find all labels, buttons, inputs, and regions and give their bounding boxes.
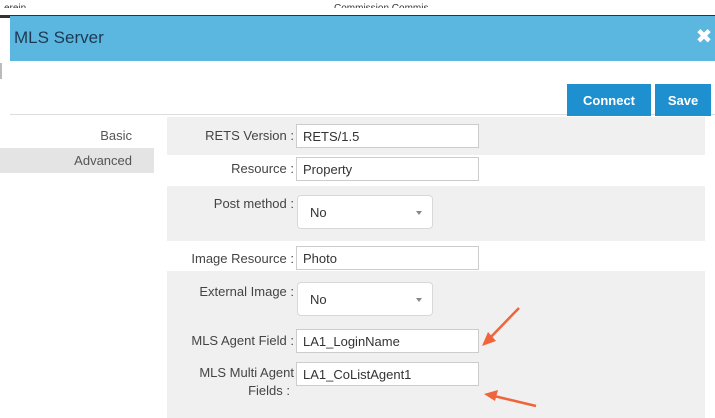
- rets-version-label: RETS Version :: [205, 128, 294, 143]
- mls-multi-agent-label-line2: Fields :: [248, 383, 290, 398]
- chevron-down-icon: [416, 211, 422, 215]
- background-text: Commission Commis: [334, 3, 429, 14]
- mls-multi-agent-fields-input[interactable]: LA1_CoListAgent1: [296, 362, 479, 386]
- sidebar-item-basic[interactable]: Basic: [0, 123, 154, 148]
- resource-label: Resource :: [231, 161, 294, 176]
- close-icon[interactable]: ✖: [695, 26, 713, 46]
- post-method-select[interactable]: No: [297, 195, 433, 229]
- external-image-select[interactable]: No: [297, 282, 433, 316]
- save-button[interactable]: Save: [655, 84, 711, 116]
- annotation-arrow-icon: [482, 307, 520, 346]
- image-resource-label: Image Resource :: [191, 251, 294, 266]
- mls-multi-agent-label-line1: MLS Multi Agent: [199, 365, 294, 380]
- chevron-down-icon: [416, 298, 422, 302]
- form-row-post-method: Post method : No: [167, 186, 705, 241]
- sidebar-item-label: Basic: [100, 128, 132, 143]
- screen: erein Commission Commis MLS Server ✖ Con…: [0, 0, 715, 418]
- post-method-value: No: [310, 204, 327, 220]
- mls-settings-form: RETS Version : RETS/1.5 Resource : Prope…: [167, 117, 705, 418]
- external-image-label: External Image :: [199, 284, 294, 299]
- background-text: erein: [4, 3, 27, 14]
- form-row-resource: Resource : Property: [167, 155, 705, 186]
- settings-sidebar: Basic Advanced: [0, 123, 154, 173]
- modal-titlebar: MLS Server ✖: [10, 16, 715, 61]
- form-row-external-image-group: External Image : No MLS Agent Field : LA…: [167, 271, 705, 418]
- mls-agent-field-label: MLS Agent Field :: [191, 333, 294, 348]
- form-row-rets-version: RETS Version : RETS/1.5: [167, 117, 705, 155]
- mls-agent-field-input[interactable]: LA1_LoginName: [296, 329, 479, 353]
- modal-title: MLS Server: [14, 28, 104, 47]
- sidebar-item-label: Advanced: [74, 153, 132, 168]
- post-method-label: Post method :: [213, 196, 294, 211]
- modal-toolbar: Connect Save: [10, 61, 715, 116]
- background-edge: [0, 63, 2, 79]
- rets-version-field[interactable]: RETS/1.5: [296, 124, 479, 148]
- connect-button[interactable]: Connect: [567, 84, 651, 116]
- sidebar-item-advanced[interactable]: Advanced: [0, 148, 154, 173]
- form-row-image-resource: Image Resource : Photo: [167, 241, 705, 271]
- annotation-arrow-icon: [484, 390, 537, 408]
- external-image-value: No: [310, 291, 327, 307]
- resource-field[interactable]: Property: [296, 157, 479, 181]
- image-resource-field[interactable]: Photo: [296, 246, 479, 270]
